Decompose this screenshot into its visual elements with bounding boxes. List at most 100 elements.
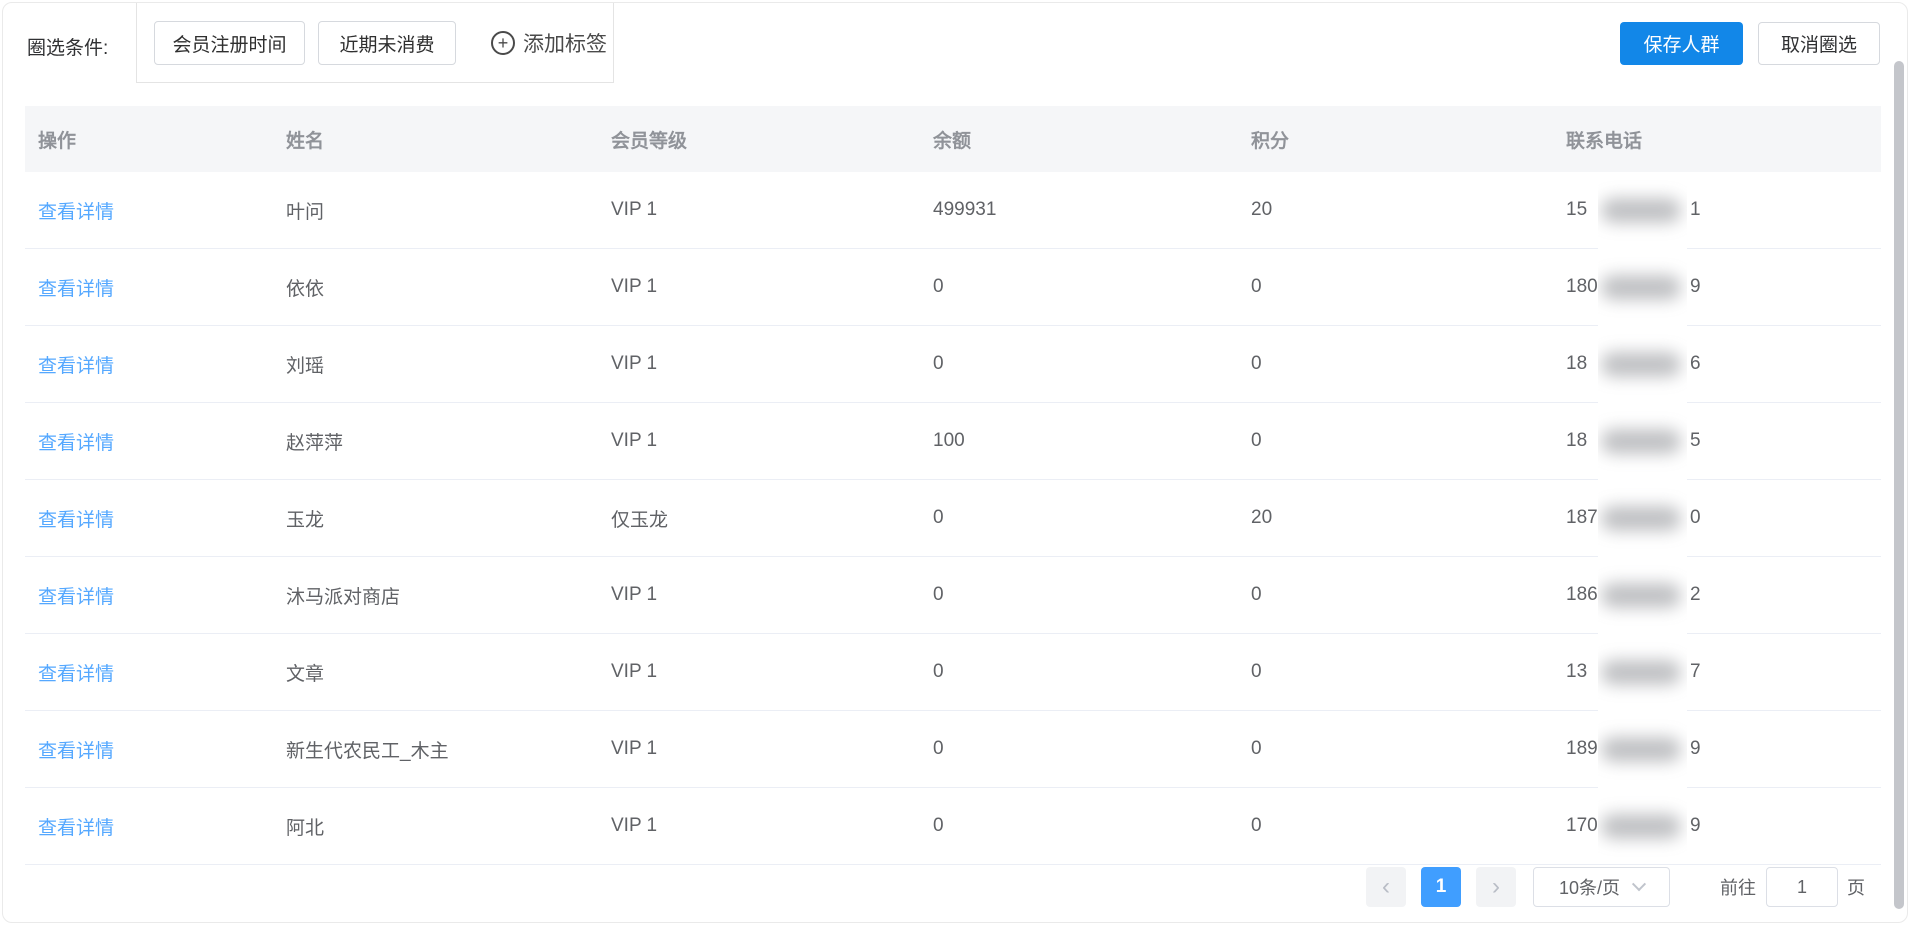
page-unit-label: 页	[1847, 878, 1865, 898]
member-name: 依依	[286, 278, 325, 300]
top-actions: 保存人群 取消圈选	[1620, 22, 1880, 65]
page-size-select[interactable]: 10条/页	[1533, 867, 1670, 907]
phone-suffix: 9	[1690, 276, 1701, 297]
chevron-down-icon	[1631, 877, 1647, 892]
member-name: 玉龙	[286, 509, 325, 531]
member-balance: 0	[933, 738, 944, 759]
phone-suffix: 9	[1690, 815, 1701, 836]
phone-prefix: 13	[1566, 661, 1588, 682]
member-level: VIP 1	[611, 738, 658, 759]
member-phone: 18 6	[1553, 326, 1881, 402]
member-balance: 0	[933, 507, 944, 528]
member-points: 20	[1251, 199, 1273, 220]
member-level: VIP 1	[611, 199, 658, 220]
table-header: 操作 姓名 会员等级 余额 积分 联系电话	[25, 106, 1881, 172]
add-tag-button[interactable]: + 添加标签	[491, 21, 607, 65]
table-row: 查看详情 叶问 VIP 1 499931 20 15 1	[25, 172, 1881, 249]
member-balance: 100	[933, 430, 965, 451]
member-name: 新生代农民工_木主	[286, 740, 449, 762]
member-points: 0	[1251, 353, 1262, 374]
member-level: 仅玉龙	[611, 509, 669, 531]
vertical-scrollbar-thumb[interactable]	[1894, 61, 1904, 909]
member-points: 0	[1251, 661, 1262, 682]
save-crowd-button[interactable]: 保存人群	[1620, 22, 1743, 65]
view-details-link[interactable]: 查看详情	[38, 433, 114, 454]
table-row: 查看详情 依依 VIP 1 0 0 180 9	[25, 249, 1881, 326]
phone-suffix: 1	[1690, 199, 1701, 220]
plus-circle-icon: +	[491, 31, 515, 55]
prev-page-button[interactable]: ‹	[1366, 867, 1406, 907]
view-details-link[interactable]: 查看详情	[38, 356, 114, 377]
member-balance: 499931	[933, 199, 997, 220]
page-number-button-active[interactable]: 1	[1421, 867, 1461, 907]
table-row: 查看详情 新生代农民工_木主 VIP 1 0 0 189 9	[25, 711, 1881, 788]
view-details-link[interactable]: 查看详情	[38, 587, 114, 608]
member-balance: 0	[933, 661, 944, 682]
member-level: VIP 1	[611, 661, 658, 682]
member-points: 0	[1251, 276, 1262, 297]
member-phone: 15 1	[1553, 172, 1881, 248]
column-header-points: 积分	[1251, 130, 1290, 152]
member-phone: 18 5	[1553, 403, 1881, 479]
member-selection-panel: 圈选条件: 会员注册时间 近期未消费 + 添加标签 保存人群 取消圈选 操作 姓…	[2, 2, 1908, 923]
member-level: VIP 1	[611, 353, 658, 374]
member-phone: 170 9	[1553, 788, 1881, 864]
table-row: 查看详情 玉龙 仅玉龙 0 20 187 0	[25, 480, 1881, 557]
view-details-link[interactable]: 查看详情	[38, 664, 114, 685]
next-page-button[interactable]: ›	[1476, 867, 1516, 907]
member-balance: 0	[933, 276, 944, 297]
column-header-balance: 余额	[933, 130, 972, 152]
phone-suffix: 5	[1690, 430, 1701, 451]
pagination: ‹ 1 › 10条/页 前往 页	[1366, 867, 1865, 907]
goto-page-input[interactable]	[1766, 867, 1838, 907]
table-row: 查看详情 文章 VIP 1 0 0 13 7	[25, 634, 1881, 711]
member-points: 0	[1251, 584, 1262, 605]
member-name: 赵萍萍	[286, 432, 344, 454]
table-row: 查看详情 沐马派对商店 VIP 1 0 0 186 2	[25, 557, 1881, 634]
member-level: VIP 1	[611, 584, 658, 605]
column-header-phone: 联系电话	[1566, 130, 1643, 152]
member-name: 叶问	[286, 201, 325, 223]
phone-prefix: 189	[1566, 738, 1598, 759]
view-details-link[interactable]: 查看详情	[38, 741, 114, 762]
phone-suffix: 6	[1690, 353, 1701, 374]
view-details-link[interactable]: 查看详情	[38, 510, 114, 531]
member-balance: 0	[933, 815, 944, 836]
table-body: 查看详情 叶问 VIP 1 499931 20 15 1 查看详情 依依 VIP…	[25, 172, 1881, 865]
phone-suffix: 0	[1690, 507, 1701, 528]
phone-suffix: 2	[1690, 584, 1701, 605]
view-details-link[interactable]: 查看详情	[38, 818, 114, 839]
column-header-action: 操作	[38, 130, 77, 152]
table-row: 查看详情 赵萍萍 VIP 1 100 0 18 5	[25, 403, 1881, 480]
filter-recent-no-purchase-button[interactable]: 近期未消费	[318, 21, 456, 65]
filter-registration-time-button[interactable]: 会员注册时间	[154, 21, 305, 65]
member-level: VIP 1	[611, 276, 658, 297]
view-details-link[interactable]: 查看详情	[38, 202, 114, 223]
filter-conditions-label: 圈选条件:	[27, 38, 109, 59]
phone-prefix: 180	[1566, 276, 1598, 297]
member-phone: 187 0	[1553, 480, 1881, 556]
view-details-link[interactable]: 查看详情	[38, 279, 114, 300]
member-points: 0	[1251, 430, 1262, 451]
phone-prefix: 18	[1566, 430, 1588, 451]
phone-prefix: 18	[1566, 353, 1588, 374]
filter-group: 会员注册时间 近期未消费 + 添加标签	[136, 3, 614, 83]
phone-suffix: 7	[1690, 661, 1701, 682]
member-points: 0	[1251, 738, 1262, 759]
column-header-name: 姓名	[286, 130, 325, 152]
member-name: 刘瑶	[286, 355, 325, 377]
add-tag-label: 添加标签	[523, 33, 607, 56]
member-points: 0	[1251, 815, 1262, 836]
phone-prefix: 170	[1566, 815, 1598, 836]
member-name: 阿北	[286, 817, 325, 839]
member-phone: 13 7	[1553, 634, 1881, 710]
member-balance: 0	[933, 584, 944, 605]
member-name: 沐马派对商店	[286, 586, 401, 608]
members-table: 操作 姓名 会员等级 余额 积分 联系电话 查看详情 叶问 VIP 1 4999…	[25, 106, 1881, 865]
table-row: 查看详情 刘瑶 VIP 1 0 0 18 6	[25, 326, 1881, 403]
member-level: VIP 1	[611, 815, 658, 836]
member-phone: 186 2	[1553, 557, 1881, 633]
phone-prefix: 186	[1566, 584, 1598, 605]
cancel-selection-button[interactable]: 取消圈选	[1758, 22, 1880, 65]
member-phone: 180 9	[1553, 249, 1881, 325]
